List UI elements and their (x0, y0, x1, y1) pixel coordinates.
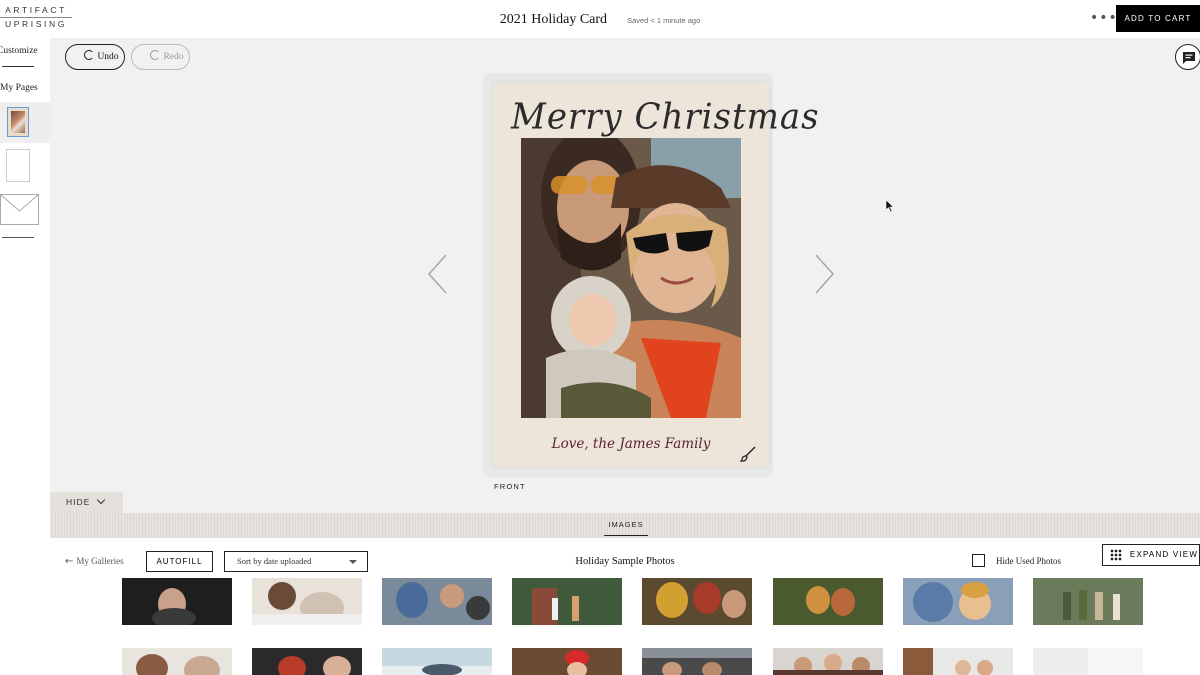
page-thumb-front-wrap (0, 102, 50, 143)
mouse-cursor-icon (885, 199, 895, 213)
gallery-thumb[interactable] (252, 648, 362, 675)
hide-used-checkbox[interactable] (972, 554, 985, 567)
left-sidebar: Customize My Pages (0, 38, 50, 675)
logo-line-1: ARTIFACT (5, 5, 67, 15)
chat-button[interactable] (1175, 44, 1200, 70)
gallery-thumb[interactable] (903, 578, 1013, 625)
back-arrow-icon: ← (65, 556, 74, 567)
document-title[interactable]: 2021 Holiday Card (500, 12, 607, 27)
sidebar-item-customize[interactable]: Customize (0, 46, 47, 56)
sort-selected: Sort by date uploaded (237, 556, 312, 566)
logo-line-2: UPRISING (5, 19, 67, 29)
redo-icon (150, 50, 161, 60)
sidebar-divider-bottom (2, 237, 34, 238)
hide-label: HIDE (66, 497, 91, 507)
page-thumb-back[interactable] (6, 149, 30, 182)
tab-images[interactable]: IMAGES (604, 520, 648, 536)
redo-label: Redo (163, 52, 184, 62)
add-to-cart-button[interactable]: ADD TO CART (1116, 5, 1200, 32)
expand-view-button[interactable]: EXPAND VIEW (1102, 544, 1200, 566)
undo-button[interactable]: Undo (65, 44, 125, 70)
envelope-icon[interactable] (0, 194, 40, 226)
gallery-thumb[interactable] (122, 648, 232, 675)
page-thumb-photo (11, 111, 25, 133)
undo-label: Undo (97, 52, 119, 62)
chat-icon (1183, 52, 1195, 64)
card-signoff[interactable]: Love, the James Family (493, 436, 769, 452)
gallery-thumb[interactable] (382, 578, 492, 625)
gallery-thumb[interactable] (252, 578, 362, 625)
card-front[interactable]: Merry Christmas Love, the James Family (493, 83, 819, 466)
gallery-thumb[interactable] (773, 648, 883, 675)
brush-icon[interactable] (739, 445, 757, 463)
my-galleries-label: My Galleries (76, 556, 124, 566)
panel-tab-strip: IMAGES (50, 513, 1200, 538)
chevron-right-icon[interactable] (812, 253, 836, 295)
gallery-title: Holiday Sample Photos (575, 556, 675, 567)
gallery-thumb[interactable] (642, 648, 752, 675)
saved-status: Saved < 1 minute ago (627, 16, 701, 25)
card-photo[interactable] (521, 138, 741, 418)
redo-button[interactable]: Redo (131, 44, 190, 70)
card-headline[interactable]: Merry Christmas (511, 96, 819, 138)
gallery-thumb[interactable] (122, 578, 232, 625)
autofill-button[interactable]: AUTOFILL (146, 551, 213, 572)
document-title-area: 2021 Holiday Card Saved < 1 minute ago (0, 10, 1200, 28)
gallery-thumb[interactable] (512, 578, 622, 625)
hide-panel-button[interactable]: HIDE (50, 492, 123, 513)
page-thumb-front[interactable] (7, 107, 29, 137)
gallery-thumb[interactable] (382, 648, 492, 675)
top-header: ARTIFACT UPRISING 2021 Holiday Card Save… (0, 0, 1200, 38)
logo[interactable]: ARTIFACT UPRISING (0, 4, 72, 31)
chevron-left-icon[interactable] (426, 253, 450, 295)
hide-used-label: Hide Used Photos (996, 556, 1061, 566)
hide-used-photos-toggle[interactable]: Hide Used Photos (972, 554, 1061, 567)
gallery-thumb[interactable] (642, 578, 752, 625)
gallery-thumb[interactable] (903, 648, 1013, 675)
family-photo (521, 138, 741, 418)
gallery-thumb[interactable] (512, 648, 622, 675)
gallery-thumb[interactable] (1033, 578, 1143, 625)
image-gallery-panel: ← My Galleries AUTOFILL Sort by date uplo… (50, 538, 1200, 675)
sort-dropdown[interactable]: Sort by date uploaded (224, 551, 368, 572)
chevron-down-icon (97, 495, 106, 505)
sidebar-divider (2, 66, 34, 67)
card-side-label: FRONT (494, 482, 526, 491)
editor-canvas: Undo Redo Merry Christmas Love, the Jame… (50, 38, 1200, 513)
gallery-thumb[interactable] (1033, 648, 1143, 675)
undo-icon (84, 50, 95, 60)
my-galleries-link[interactable]: ← My Galleries (65, 556, 124, 567)
gallery-thumb[interactable] (773, 578, 883, 625)
caret-down-icon (349, 560, 357, 564)
grid-icon (1110, 549, 1122, 561)
expand-label: EXPAND VIEW (1129, 550, 1199, 559)
more-options-button[interactable]: ••• (1090, 10, 1118, 26)
sidebar-item-my-pages[interactable]: My Pages (0, 83, 50, 93)
